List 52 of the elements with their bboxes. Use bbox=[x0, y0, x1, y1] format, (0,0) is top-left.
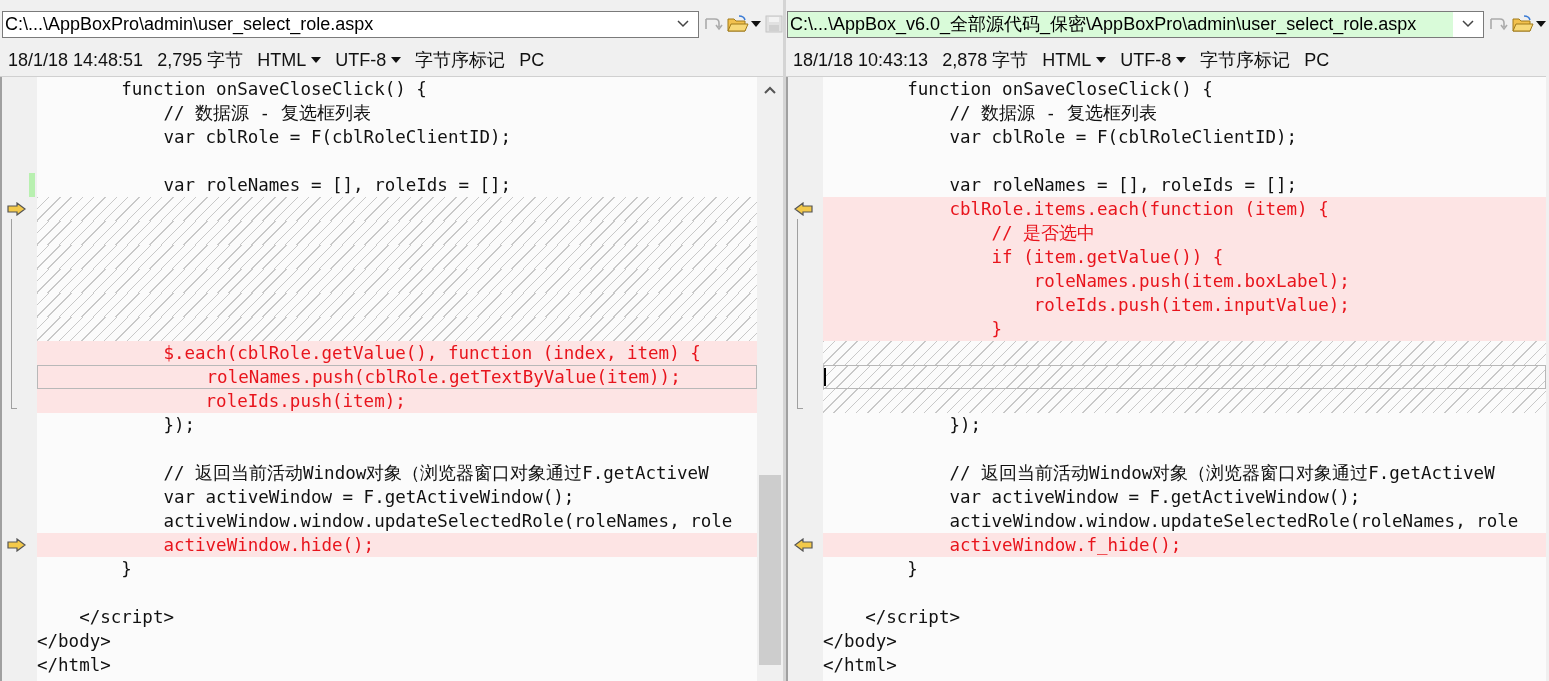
code-line: } bbox=[120, 558, 132, 581]
code-line: var activeWindow = F.getActiveWindow(); bbox=[162, 486, 575, 509]
code-line: var roleNames = [], roleIds = []; bbox=[948, 174, 1298, 197]
code-line: activeWindow.window.updateSelectedRole(roleNames, role bbox=[948, 510, 1519, 533]
code-line: var activeWindow = F.getActiveWindow(); bbox=[948, 486, 1361, 509]
code-line: function onSaveCloseClick() { bbox=[120, 78, 427, 101]
folder-icon bbox=[1512, 15, 1534, 33]
code-line: </html> bbox=[823, 654, 897, 677]
code-line: }); bbox=[948, 414, 982, 437]
right-arrow-icon[interactable] bbox=[7, 538, 27, 552]
folder-icon bbox=[727, 15, 749, 33]
caret-icon bbox=[1096, 57, 1107, 63]
right-arrow-icon[interactable] bbox=[7, 202, 27, 216]
timestamp: 18/1/18 14:48:51 bbox=[8, 48, 144, 72]
open-folder-button[interactable] bbox=[727, 15, 761, 33]
caret-icon bbox=[311, 57, 322, 63]
line-ending-label: PC bbox=[1304, 48, 1330, 72]
code-line: var cblRole = F(cblRoleClientID); bbox=[162, 126, 512, 149]
caret-icon bbox=[1536, 21, 1546, 27]
code-line: } bbox=[906, 558, 918, 581]
timestamp: 18/1/18 10:43:13 bbox=[793, 48, 929, 72]
code-line: </html> bbox=[37, 654, 111, 677]
code-line: </body> bbox=[823, 630, 897, 653]
left-arrow-icon[interactable] bbox=[793, 538, 813, 552]
code-line: // 数据源 - 复选框列表 bbox=[162, 102, 371, 125]
code-line: // 数据源 - 复选框列表 bbox=[948, 102, 1157, 125]
code-line: </body> bbox=[37, 630, 111, 653]
encoding-dropdown[interactable]: UTF-8 bbox=[1120, 46, 1187, 74]
format-dropdown[interactable]: HTML bbox=[1042, 46, 1107, 74]
bom-label: 字节序标记 bbox=[415, 48, 506, 72]
code-line: // 返回当前活动Window对象（浏览器窗口对象通过F.getActiveW bbox=[162, 462, 709, 485]
caret-icon bbox=[751, 21, 761, 27]
code-line: </script> bbox=[864, 606, 960, 629]
code-line: activeWindow.window.updateSelectedRole(roleNames, role bbox=[162, 510, 733, 533]
scroll-thumb[interactable] bbox=[759, 475, 781, 665]
caret-icon bbox=[1176, 57, 1187, 63]
code-line: var roleNames = [], roleIds = []; bbox=[162, 174, 512, 197]
line-ending-label: PC bbox=[519, 48, 545, 72]
encoding-dropdown[interactable]: UTF-8 bbox=[335, 46, 402, 74]
left-arrow-icon[interactable] bbox=[793, 202, 813, 216]
code-line: }); bbox=[162, 414, 196, 437]
code-line: function onSaveCloseClick() { bbox=[906, 78, 1213, 101]
code-line: // 返回当前活动Window对象（浏览器窗口对象通过F.getActiveW bbox=[948, 462, 1495, 485]
caret-icon bbox=[391, 57, 402, 63]
format-dropdown[interactable]: HTML bbox=[257, 46, 322, 74]
open-folder-button[interactable] bbox=[1512, 15, 1546, 33]
code-line: var cblRole = F(cblRoleClientID); bbox=[948, 126, 1298, 149]
file-size: 2,878 字节 bbox=[942, 48, 1029, 72]
scroll-up-icon[interactable] bbox=[763, 85, 777, 95]
file-size: 2,795 字节 bbox=[157, 48, 244, 72]
bom-label: 字节序标记 bbox=[1200, 48, 1291, 72]
code-line: </script> bbox=[78, 606, 174, 629]
